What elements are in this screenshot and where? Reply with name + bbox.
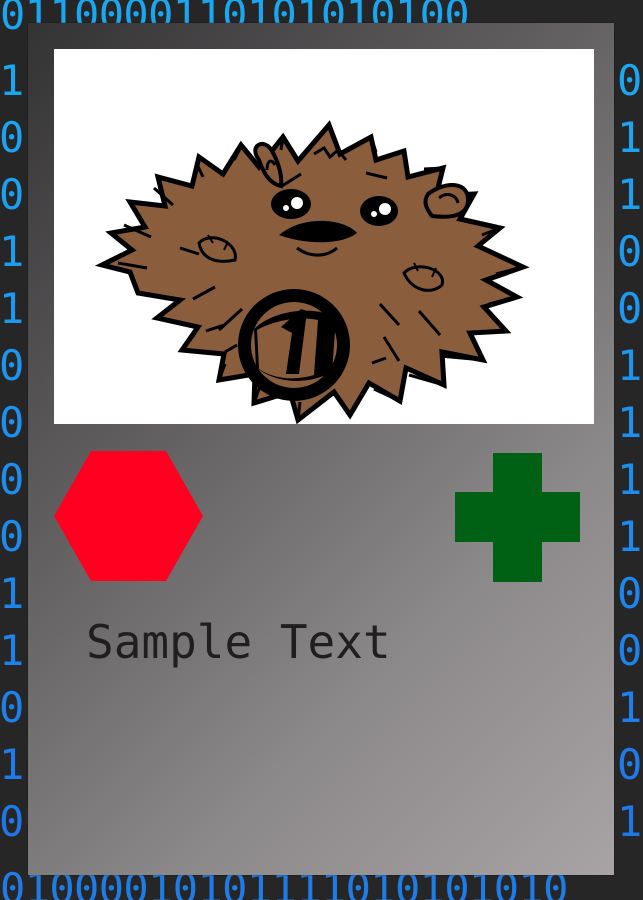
hedgehog-illustration <box>54 49 594 424</box>
green-plus <box>455 453 580 582</box>
sample-card: Sample Text <box>28 23 614 875</box>
sample-text-label: Sample Text <box>86 615 391 669</box>
card-screen: 0110000110101010100 01000010101111010101… <box>0 0 643 900</box>
binary-left-border: 1 0 0 1 1 0 0 0 0 1 1 0 1 0 <box>0 52 27 850</box>
binary-right-border: 0 1 1 0 0 1 1 1 1 0 0 1 0 1 <box>617 52 643 850</box>
card-illustration-frame <box>54 49 594 424</box>
red-hexagon <box>54 451 203 581</box>
